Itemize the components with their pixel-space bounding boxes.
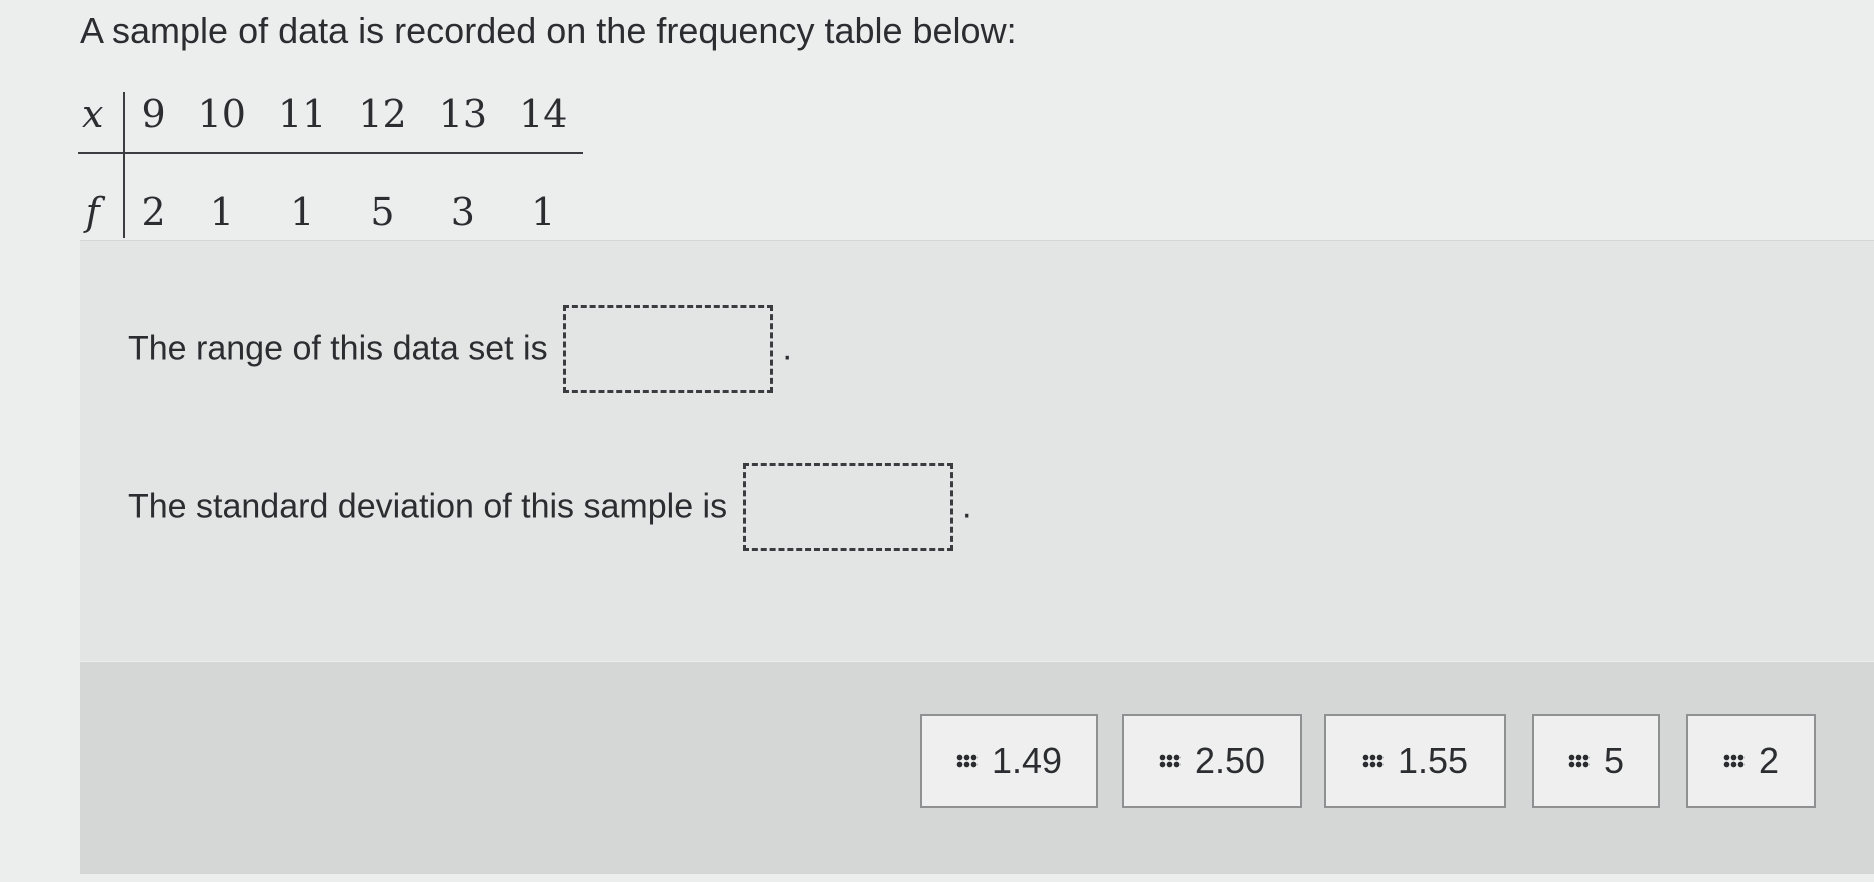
std-drop-zone[interactable]: [742, 463, 953, 551]
f-value: 1: [531, 190, 556, 234]
f-value: 3: [450, 190, 475, 234]
x-value: 12: [342, 92, 423, 154]
drag-handle-icon: [955, 754, 978, 768]
answer-tile-2-50[interactable]: 2.50: [1122, 714, 1302, 808]
x-row: x 9 10 11 12 13 14: [78, 92, 584, 154]
std-period: .: [962, 487, 972, 526]
x-value: 11: [261, 92, 343, 154]
f-value: 2: [141, 190, 166, 234]
frequency-table: x 9 10 11 12 13 14 f 2 1 1 5 3 1: [78, 92, 584, 238]
answer-tile-1-55[interactable]: 1.55: [1324, 714, 1506, 808]
tile-label: 2: [1758, 740, 1780, 781]
drag-handle-icon: [1722, 754, 1745, 768]
work-panel: The range of this data set is . The stan…: [80, 240, 1874, 661]
x-value: 13: [422, 92, 504, 154]
f-header: f: [78, 153, 126, 238]
tile-label: 2.50: [1194, 740, 1266, 781]
std-statement: The standard deviation of this sample is…: [128, 463, 971, 551]
question-prompt: A sample of data is recorded on the freq…: [80, 10, 1017, 51]
tile-label: 5: [1603, 740, 1625, 781]
f-row: f 2 1 1 5 3 1: [78, 153, 583, 238]
std-label: The standard deviation of this sample is: [128, 487, 728, 526]
f-value: 5: [370, 190, 395, 234]
f-value: 1: [209, 190, 234, 234]
range-label: The range of this data set is: [128, 329, 548, 368]
range-statement: The range of this data set is .: [128, 305, 792, 393]
range-period: .: [782, 329, 792, 368]
answer-tile-1-49[interactable]: 1.49: [920, 714, 1098, 808]
x-value: 10: [181, 92, 262, 154]
f-value: 1: [290, 190, 315, 234]
drag-handle-icon: [1158, 754, 1181, 768]
x-header: x: [78, 92, 126, 154]
range-drop-zone[interactable]: [563, 305, 774, 393]
answer-tile-2[interactable]: 2: [1686, 714, 1816, 808]
answer-tile-5[interactable]: 5: [1532, 714, 1660, 808]
x-value: 14: [503, 92, 584, 154]
x-value: 9: [124, 92, 182, 154]
tile-label: 1.55: [1397, 740, 1469, 781]
answer-bank: 1.49 2.50 1.55 5 2: [80, 662, 1874, 874]
drag-handle-icon: [1361, 754, 1384, 768]
tile-label: 1.49: [991, 740, 1063, 781]
drag-handle-icon: [1567, 754, 1590, 768]
